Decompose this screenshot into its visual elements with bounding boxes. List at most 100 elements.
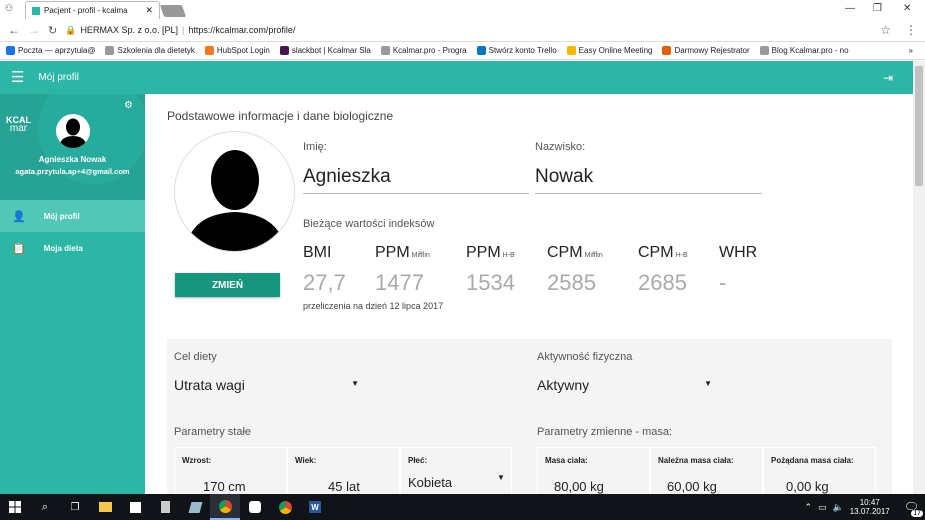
avatar-silhouette-icon xyxy=(59,118,87,148)
diet-goal-select[interactable]: Utrata wagi ▼ xyxy=(174,377,359,401)
sidebar-profile-header: ⚙ KCAL mar Agnieszka Nowak agata.przytul… xyxy=(0,94,145,200)
diet-goal-label: Cel diety xyxy=(174,351,217,363)
activity-label: Aktywność fizyczna xyxy=(537,351,633,363)
bookmark-favicon-icon xyxy=(759,46,769,55)
browser-menu-icon[interactable]: ⋮ xyxy=(905,23,917,37)
url-field[interactable]: https://kcalmar.com/profile/ xyxy=(188,25,295,35)
chrome-taskbar-icon[interactable] xyxy=(210,494,240,520)
last-name-label: Nazwisko: xyxy=(535,141,586,153)
bookmark-star-icon[interactable]: ☆ xyxy=(880,23,891,37)
new-tab-button[interactable] xyxy=(159,5,187,17)
bookmark-item[interactable]: Easy Online Meeting xyxy=(566,46,653,55)
restore-icon[interactable]: ❐ xyxy=(873,3,882,14)
index-formula: Mifflin xyxy=(411,252,430,259)
height-field[interactable]: Wzrost: 170 cm xyxy=(174,447,287,494)
sidebar-item-label: Mój profil xyxy=(43,211,80,221)
person-icon: 👤 xyxy=(12,210,26,223)
bookmark-item[interactable]: HubSpot Login xyxy=(204,46,270,55)
bookmarks-overflow-icon[interactable]: » xyxy=(909,46,913,55)
index-formula: Mifflin xyxy=(584,252,603,259)
bookmark-label: Szkolenia dla dietetyk xyxy=(117,46,195,55)
hamburger-menu-icon[interactable]: ☰ xyxy=(11,70,24,85)
slack-app-icon[interactable] xyxy=(240,494,270,520)
settings-gear-icon[interactable]: ⚙ xyxy=(124,100,133,111)
close-tab-icon[interactable]: ✕ xyxy=(145,5,153,16)
change-photo-button[interactable]: ZMIEŃ xyxy=(175,273,280,297)
action-center-icon[interactable]: 🗨 17 xyxy=(904,500,923,517)
page-title: Mój profil xyxy=(38,72,80,83)
index-cpm-hb: CPM H-B 2685 xyxy=(638,244,688,296)
index-formula: H-B xyxy=(502,252,515,259)
notification-count: 17 xyxy=(911,510,923,517)
word-icon[interactable]: W xyxy=(300,494,330,520)
start-button[interactable] xyxy=(0,494,30,520)
bookmark-label: Easy Online Meeting xyxy=(578,46,653,55)
activity-select[interactable]: Aktywny ▼ xyxy=(537,377,712,401)
tray-chevron-icon[interactable]: ⌃ xyxy=(804,502,812,513)
desired-mass-field[interactable]: Pożądana masa ciała: 0,00 kg xyxy=(763,447,876,494)
reload-icon[interactable]: ↻ xyxy=(48,24,57,37)
index-name: PPM Mifflin xyxy=(375,244,430,261)
index-ppm-mifflin: PPM Mifflin 1477 xyxy=(375,244,430,296)
favicon-icon xyxy=(32,6,40,15)
bookmark-item[interactable]: Darmowy Rejestrator xyxy=(662,46,750,55)
store-icon[interactable] xyxy=(120,494,150,520)
index-name: PPM H-B xyxy=(466,244,515,261)
bookmark-item[interactable]: Blog Kcalmar.pro - no xyxy=(759,46,849,55)
first-name-field[interactable]: Agnieszka xyxy=(303,166,529,194)
bookmark-label: Poczta — aprzytula@ xyxy=(18,46,96,55)
logout-icon[interactable]: ⇥ xyxy=(883,71,893,85)
windows-logo-icon xyxy=(9,501,21,513)
scrollbar-thumb[interactable] xyxy=(915,66,923,186)
back-icon[interactable]: ← xyxy=(8,23,20,37)
sidebar-item-my-profile[interactable]: 👤 Mój profil xyxy=(0,200,145,232)
index-cpm-mifflin: CPM Mifflin 2585 xyxy=(547,244,603,296)
bookmarks-bar: Poczta — aprzytula@ Szkolenia dla dietety… xyxy=(0,42,925,60)
dropdown-arrow-icon: ▼ xyxy=(704,379,712,388)
clock[interactable]: 10:47 13.07.2017 xyxy=(850,498,890,516)
bookmark-label: slackbot | Kcalmar Sla xyxy=(291,46,371,55)
index-value: 2685 xyxy=(638,270,687,295)
index-name: CPM H-B xyxy=(638,244,688,261)
recalc-note: przeliczenia na dzień 12 lipca 2017 xyxy=(303,301,444,311)
index-name: WHR xyxy=(719,244,758,261)
bookmark-item[interactable]: Szkolenia dla dietetyk xyxy=(105,46,195,55)
body-mass-field[interactable]: Masa ciała: 80,00 kg xyxy=(537,447,650,494)
app-header: ☰ Mój profil ⇥ xyxy=(0,61,913,94)
ideal-mass-field[interactable]: Należna masa ciała: 60,00 kg xyxy=(650,447,763,494)
task-view-icon[interactable]: ❐ xyxy=(60,494,90,520)
main-content: Podstawowe informacje i dane biologiczne… xyxy=(145,94,913,494)
index-value: 27,7 xyxy=(303,270,346,295)
browser-app-icon: ⚇ xyxy=(5,3,14,13)
bookmark-label: HubSpot Login xyxy=(216,46,270,55)
search-icon[interactable]: ⌕ xyxy=(30,494,60,520)
index-bmi: BMI 27,7 xyxy=(303,244,346,296)
bookmark-item[interactable]: Stwórz konto Trello xyxy=(476,46,557,55)
bookmark-item[interactable]: Kcalmar.pro - Progra xyxy=(380,46,467,55)
index-ppm-hb: PPM H-B 1534 xyxy=(466,244,515,296)
forward-icon[interactable]: → xyxy=(28,23,40,37)
bookmark-favicon-icon xyxy=(566,46,576,55)
sidebar: ⚙ KCAL mar Agnieszka Nowak agata.przytul… xyxy=(0,94,145,494)
file-explorer-icon[interactable] xyxy=(90,494,120,520)
last-name-field[interactable]: Nowak xyxy=(535,166,762,194)
close-window-icon[interactable]: ✕ xyxy=(903,3,911,14)
bookmark-item[interactable]: Poczta — aprzytula@ xyxy=(6,46,95,55)
age-field[interactable]: Wiek: 45 lat xyxy=(287,447,400,494)
notes-app-icon[interactable] xyxy=(180,494,210,520)
browser-tab[interactable]: Pacjent - profil - kcalma ✕ xyxy=(25,1,160,19)
minimize-icon[interactable]: — xyxy=(845,3,855,14)
gender-select[interactable]: Płeć: Kobieta ▼ xyxy=(400,447,512,494)
dropdown-arrow-icon: ▼ xyxy=(497,473,505,482)
index-value: 1534 xyxy=(466,270,515,295)
volume-icon[interactable]: 🔈 xyxy=(833,502,844,513)
battery-icon[interactable]: ▭ xyxy=(818,502,827,513)
index-value: 2585 xyxy=(547,270,596,295)
index-value: 1477 xyxy=(375,270,424,295)
calculator-icon[interactable] xyxy=(150,494,180,520)
clipboard-icon: 📋 xyxy=(12,242,26,255)
bookmark-item[interactable]: slackbot | Kcalmar Sla xyxy=(279,46,371,55)
bookmark-favicon-icon xyxy=(6,46,15,55)
chrome-profile-icon[interactable] xyxy=(270,494,300,520)
sidebar-item-my-diet[interactable]: 📋 Moja dieta xyxy=(0,232,145,264)
